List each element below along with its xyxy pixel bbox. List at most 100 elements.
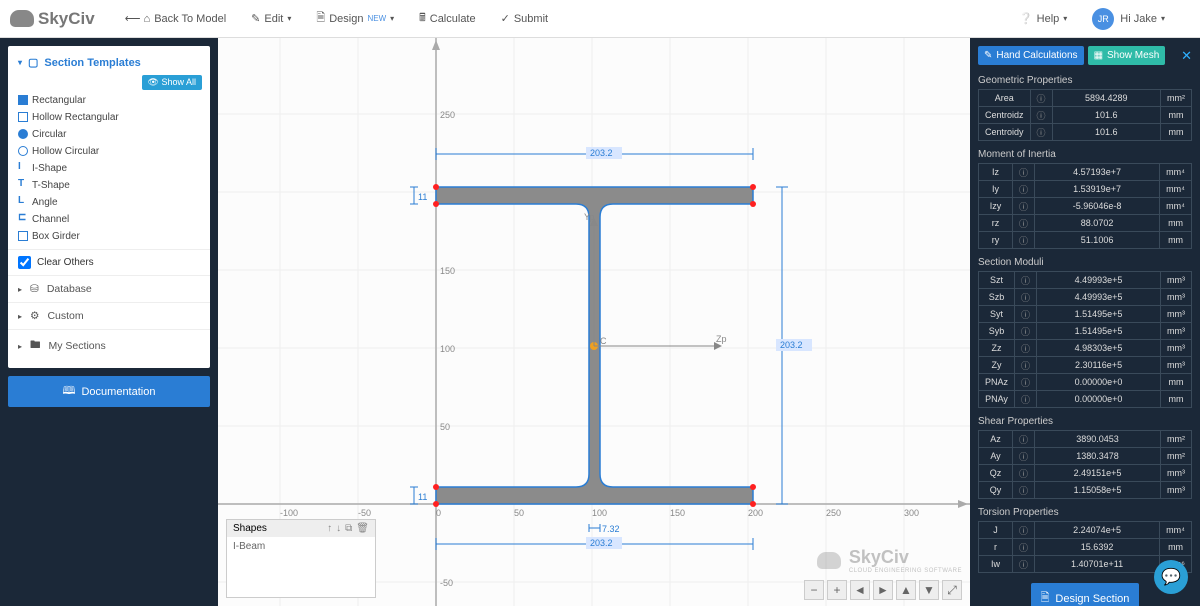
table-row: Qyⓘ1.15058e+5mm³ <box>979 482 1192 499</box>
svg-text:203.2: 203.2 <box>590 538 613 548</box>
logo: SkyCiv <box>10 9 95 29</box>
info-icon[interactable]: ⓘ <box>1013 181 1035 198</box>
info-icon[interactable]: ⓘ <box>1013 522 1035 539</box>
info-icon[interactable]: ⓘ <box>1015 272 1037 289</box>
prop-section-header: Shear Properties <box>978 414 1192 430</box>
info-icon[interactable]: ⓘ <box>1030 90 1052 107</box>
avatar[interactable]: JR <box>1092 8 1114 30</box>
svg-text:100: 100 <box>592 508 607 518</box>
prop-section-header: Section Moduli <box>978 255 1192 271</box>
pan-right-button[interactable]: ► <box>873 580 893 600</box>
table-row: rzⓘ88.0702mm <box>979 215 1192 232</box>
tpl-hollow-rectangular[interactable]: Hollow Rectangular <box>8 109 210 126</box>
list-item[interactable]: I-Beam <box>233 541 369 552</box>
info-icon[interactable]: ⓘ <box>1030 107 1052 124</box>
svg-text:Zp: Zp <box>716 334 727 344</box>
prop-table: Azⓘ3890.0453mm²Ayⓘ1380.3478mm²Qzⓘ2.49151… <box>978 430 1192 499</box>
tpl-channel[interactable]: Channel <box>8 211 210 228</box>
zoom-out-button[interactable]: − <box>804 580 824 600</box>
svg-text:150: 150 <box>670 508 685 518</box>
submit-button[interactable]: ✓ Submit <box>501 12 548 25</box>
info-icon[interactable]: ⓘ <box>1013 198 1035 215</box>
chat-icon[interactable]: 💬 <box>1154 560 1188 594</box>
design-menu[interactable]: 🗎 DesignNEW ▾ <box>316 9 394 28</box>
info-icon[interactable]: ⓘ <box>1015 306 1037 323</box>
info-icon[interactable]: ⓘ <box>1013 448 1035 465</box>
user-menu[interactable]: Hi Jake ▾ <box>1120 13 1165 25</box>
table-row: Izyⓘ-5.96046e-8mm⁴ <box>979 198 1192 215</box>
copy-icon[interactable]: ⧉ <box>345 523 352 534</box>
brand-text: SkyCiv <box>38 9 95 29</box>
documentation-button[interactable]: 🕮 Documentation <box>8 376 210 407</box>
pan-down-button[interactable]: ▼ <box>919 580 939 600</box>
prop-section-header: Moment of Inertia <box>978 147 1192 163</box>
table-row: Areaⓘ5894.4289mm² <box>979 90 1192 107</box>
zoom-controls: − + ◄ ► ▲ ▼ ⤢ <box>804 580 962 600</box>
help-menu[interactable]: ❔ Help ▾ <box>1019 12 1067 25</box>
shapes-list[interactable]: I-Beam <box>227 537 375 597</box>
info-icon[interactable]: ⓘ <box>1030 124 1052 141</box>
info-icon[interactable]: ⓘ <box>1015 374 1037 391</box>
tpl-angle[interactable]: Angle <box>8 194 210 211</box>
pan-left-button[interactable]: ◄ <box>850 580 870 600</box>
cloud-icon <box>10 10 34 27</box>
calculate-button[interactable]: 🖩 Calculate <box>419 9 475 28</box>
info-icon[interactable]: ⓘ <box>1013 215 1035 232</box>
svg-text:50: 50 <box>440 422 450 432</box>
info-icon[interactable]: ⓘ <box>1015 289 1037 306</box>
move-up-icon[interactable]: ↑ <box>327 523 332 534</box>
edit-menu[interactable]: ✎ Edit ▾ <box>251 12 291 25</box>
shapes-panel: Shapes ↑ ↓ ⧉ 🗑 I-Beam <box>226 519 376 598</box>
tpl-circular[interactable]: Circular <box>8 126 210 143</box>
back-to-model-link[interactable]: ⟵ ⌂ Back To Model <box>125 12 226 25</box>
info-icon[interactable]: ⓘ <box>1015 340 1037 357</box>
tpl-rectangular[interactable]: Rectangular <box>8 92 210 109</box>
close-icon[interactable]: ✕ <box>1181 48 1192 64</box>
move-down-icon[interactable]: ↓ <box>336 523 341 534</box>
tpl-i-shape[interactable]: I-Shape <box>8 160 210 177</box>
zoom-in-button[interactable]: + <box>827 580 847 600</box>
design-section-button[interactable]: 🗎 Design Section <box>1031 583 1140 606</box>
info-icon[interactable]: ⓘ <box>1013 232 1035 249</box>
info-icon[interactable]: ⓘ <box>1013 431 1035 448</box>
show-mesh-button[interactable]: ▦ Show Mesh <box>1088 46 1166 65</box>
info-icon[interactable]: ⓘ <box>1015 391 1037 408</box>
pan-up-button[interactable]: ▲ <box>896 580 916 600</box>
custom-section[interactable]: ▸ ⚙ Custom <box>8 302 210 329</box>
show-all-button[interactable]: 👁 Show All <box>142 75 202 90</box>
tpl-box-girder[interactable]: Box Girder <box>8 228 210 245</box>
svg-text:250: 250 <box>826 508 841 518</box>
tpl-t-shape[interactable]: T-Shape <box>8 177 210 194</box>
clear-others-checkbox[interactable]: Clear Others <box>8 249 210 275</box>
info-icon[interactable]: ⓘ <box>1013 539 1035 556</box>
svg-text:11: 11 <box>418 192 427 202</box>
my-sections[interactable]: ▸ 🖿 My Sections <box>8 329 210 362</box>
database-section[interactable]: ▸ ⛁ Database <box>8 275 210 302</box>
info-icon[interactable]: ⓘ <box>1013 556 1035 573</box>
watermark: SkyCiv CLOUD ENGINEERING SOFTWARE <box>817 547 962 574</box>
info-icon[interactable]: ⓘ <box>1015 323 1037 340</box>
table-row: Ayⓘ1380.3478mm² <box>979 448 1192 465</box>
prop-table: Izⓘ4.57193e+7mm⁴Iyⓘ1.53919e+7mm⁴Izyⓘ-5.9… <box>978 163 1192 249</box>
svg-text:150: 150 <box>440 266 455 276</box>
svg-text:200: 200 <box>748 508 763 518</box>
clear-others-input[interactable] <box>18 256 31 269</box>
table-row: rⓘ15.6392mm <box>979 539 1192 556</box>
canvas[interactable]: -100 -50 0 50 100 150 200 250 300 250 20… <box>218 38 970 606</box>
fit-button[interactable]: ⤢ <box>942 580 962 600</box>
table-row: Centroidzⓘ101.6mm <box>979 107 1192 124</box>
svg-text:-100: -100 <box>280 508 298 518</box>
info-icon[interactable]: ⓘ <box>1013 482 1035 499</box>
info-icon[interactable]: ⓘ <box>1013 465 1035 482</box>
svg-text:C: C <box>600 336 607 346</box>
table-row: Zzⓘ4.98303e+5mm³ <box>979 340 1192 357</box>
svg-text:-50: -50 <box>440 578 453 588</box>
templates-header[interactable]: ▾▢Section Templates <box>8 52 210 77</box>
info-icon[interactable]: ⓘ <box>1015 357 1037 374</box>
svg-text:300: 300 <box>904 508 919 518</box>
delete-icon[interactable]: 🗑 <box>356 523 369 534</box>
info-icon[interactable]: ⓘ <box>1013 164 1035 181</box>
tpl-hollow-circular[interactable]: Hollow Circular <box>8 143 210 160</box>
table-row: Szbⓘ4.49993e+5mm³ <box>979 289 1192 306</box>
hand-calculations-button[interactable]: ✎ Hand Calculations <box>978 46 1084 65</box>
